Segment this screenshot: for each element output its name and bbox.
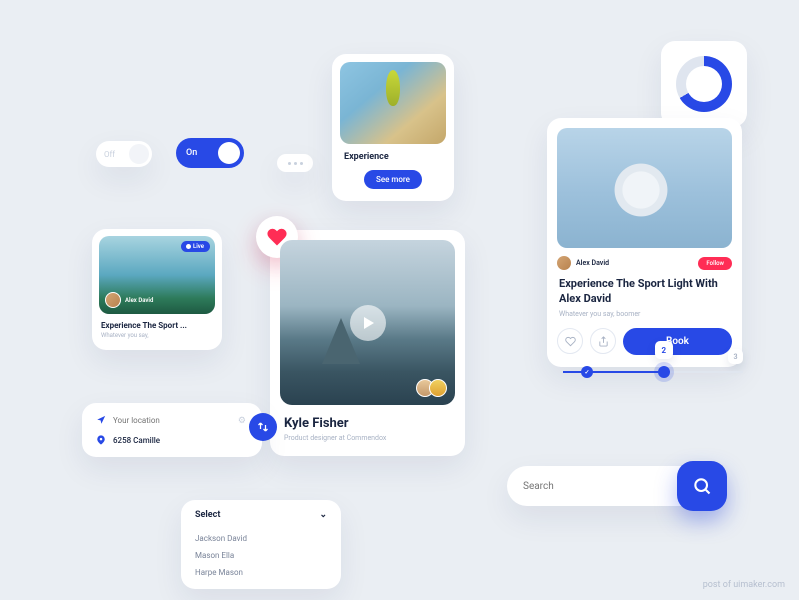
pin-icon [96, 435, 106, 445]
book-card: Alex David Follow Experience The Sport L… [547, 118, 742, 367]
avatar [105, 292, 121, 308]
search-bar [507, 466, 721, 506]
profile-card: Kyle Fisher Product designer at Commendo… [270, 230, 465, 456]
viewer-avatars [421, 379, 447, 397]
toggle-on[interactable]: On [176, 138, 244, 168]
book-image [557, 128, 732, 248]
credit-text: post of uimaker.com [703, 580, 785, 590]
location-card: ⚙ 6258 Camille [82, 403, 262, 457]
step-badge-next: 3 [728, 349, 743, 364]
book-button[interactable]: Book [623, 328, 732, 355]
search-button[interactable] [677, 461, 727, 511]
select-option[interactable]: Harpe Mason [195, 564, 327, 581]
experience-card: Experience See more [332, 54, 454, 201]
more-button[interactable] [277, 154, 313, 172]
book-title: Experience The Sport Light With Alex Dav… [559, 277, 730, 307]
mini-author-name: Alex David [125, 297, 153, 304]
select-option[interactable]: Jackson David [195, 530, 327, 547]
select-option[interactable]: Mason Ella [195, 547, 327, 564]
avatar [557, 256, 571, 270]
toggle-off-label: Off [104, 150, 115, 159]
book-tagline: Whatever you say, boomer [559, 310, 730, 318]
location-address: 6258 Camille [113, 436, 160, 445]
mini-title: Experience The Sport ... [101, 321, 213, 330]
book-author-name: Alex David [576, 259, 609, 267]
mini-tagline: Whatever you say, [101, 332, 213, 339]
chevron-down-icon: ⌄ [319, 510, 327, 520]
swap-button[interactable] [249, 413, 277, 441]
mini-image: Live Alex David [99, 236, 215, 314]
progress-ring [676, 56, 732, 112]
follow-button[interactable]: Follow [698, 257, 732, 270]
search-icon [692, 476, 712, 496]
live-badge: Live [181, 241, 210, 252]
heart-icon [565, 336, 576, 347]
experience-image [340, 62, 446, 144]
step-current [658, 366, 670, 378]
share-icon [598, 336, 609, 347]
toggle-off[interactable]: Off [96, 141, 152, 167]
step-done: ✓ [581, 366, 593, 378]
profile-name: Kyle Fisher [284, 416, 451, 431]
stepper-track[interactable]: ✓ [563, 371, 743, 373]
step-badge-current: 2 [655, 341, 673, 359]
experience-title: Experience [344, 152, 446, 162]
progress-ring-card [661, 41, 747, 127]
book-author[interactable]: Alex David [557, 256, 609, 270]
like-button[interactable] [557, 328, 583, 354]
profile-video[interactable] [280, 240, 455, 405]
stepper: 2 3 ✓ [563, 371, 743, 373]
profile-subtitle: Product designer at Commendox [284, 434, 451, 442]
mini-sport-card[interactable]: Live Alex David Experience The Sport ...… [92, 229, 222, 350]
select-label: Select [195, 510, 220, 520]
mini-author: Alex David [105, 292, 153, 308]
select-dropdown[interactable]: Select ⌄ Jackson David Mason Ella Harpe … [181, 500, 341, 589]
see-more-button[interactable]: See more [364, 170, 422, 189]
settings-icon[interactable]: ⚙ [238, 416, 246, 426]
play-icon [350, 305, 386, 341]
share-button[interactable] [590, 328, 616, 354]
toggle-on-label: On [186, 148, 197, 158]
location-input[interactable] [113, 416, 248, 425]
navigation-icon [96, 415, 106, 425]
swap-icon [257, 421, 269, 433]
